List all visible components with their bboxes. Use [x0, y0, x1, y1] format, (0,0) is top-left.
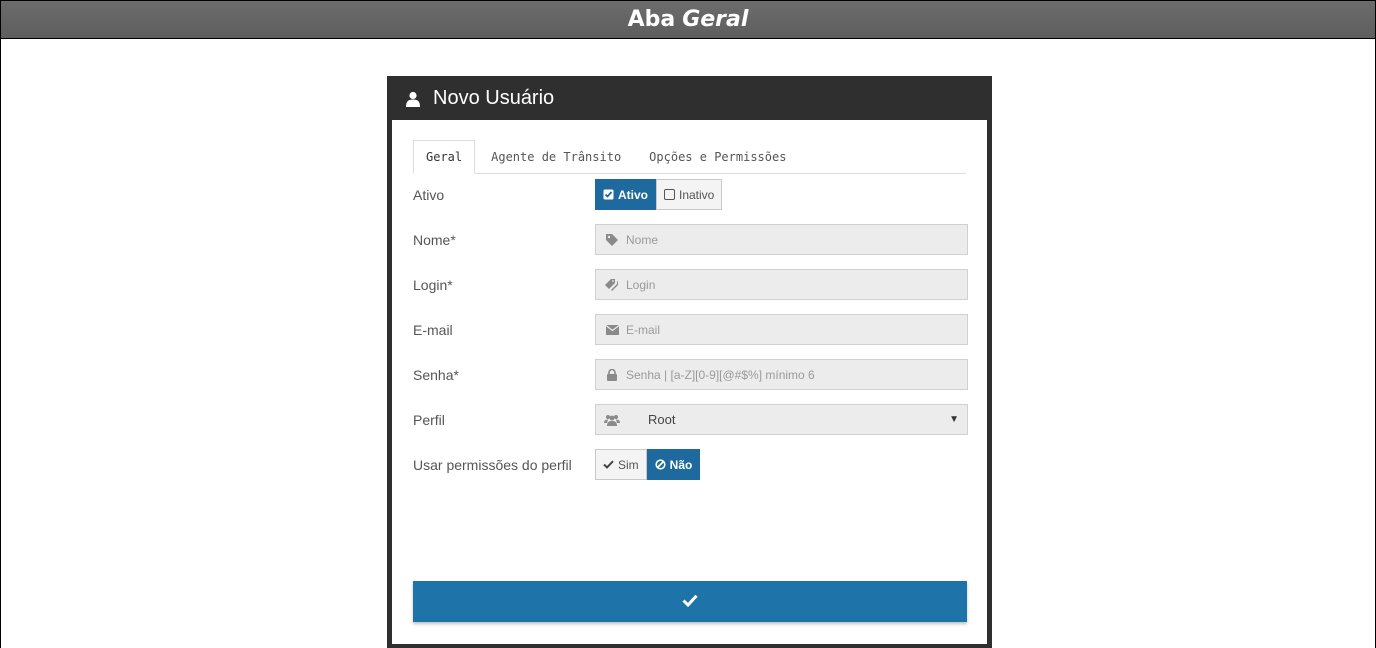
senha-label: Senha*: [413, 367, 459, 383]
login-input[interactable]: Login: [595, 269, 968, 300]
caption-emphasis: Geral: [682, 7, 749, 32]
modal-header: Novo Usuário: [387, 76, 992, 120]
usar-permissoes-label: Usar permissões do perfil: [413, 457, 572, 473]
perfil-value: Root: [648, 412, 676, 427]
chevron-down-icon: ▼: [949, 414, 959, 425]
ativo-toggle: Ativo Inativo: [595, 179, 723, 210]
section-caption: Aba Geral: [0, 0, 1376, 39]
login-placeholder: Login: [626, 277, 656, 292]
empty-box-icon: [664, 189, 675, 200]
users-icon: [604, 414, 620, 426]
nome-row: Nome* Nome: [413, 224, 973, 256]
modal-title: Novo Usuário: [433, 86, 555, 109]
inativo-option-label: Inativo: [679, 187, 715, 202]
ativo-option-button[interactable]: Ativo: [595, 179, 656, 210]
envelope-icon: [604, 324, 620, 335]
checked-box-icon: [603, 189, 614, 200]
modal-body: Geral Agente de Trânsito Opções e Permis…: [392, 120, 987, 644]
senha-placeholder: Senha | [a-Z][0-9][@#$%] mínimo 6: [626, 367, 815, 382]
tags-icon: [604, 278, 620, 291]
ativo-label: Ativo: [413, 187, 445, 203]
check-icon: [603, 460, 614, 469]
ban-icon: [655, 459, 666, 470]
perfil-label: Perfil: [413, 412, 445, 428]
perfil-row: Perfil Root ▼: [413, 404, 973, 436]
senha-input[interactable]: Senha | [a-Z][0-9][@#$%] mínimo 6: [595, 359, 968, 390]
login-row: Login* Login: [413, 269, 973, 301]
ativo-row: Ativo Ativo Inativo: [413, 179, 973, 211]
tab-agente-de-transito[interactable]: Agente de Trânsito: [479, 140, 633, 173]
email-row: E-mail E-mail: [413, 314, 973, 346]
save-button[interactable]: [413, 581, 967, 622]
tab-bar: Geral Agente de Trânsito Opções e Permis…: [413, 140, 966, 174]
lock-icon: [604, 368, 620, 381]
tab-opcoes-e-permissoes[interactable]: Opções e Permissões: [637, 140, 798, 173]
perfil-select[interactable]: Root ▼: [595, 404, 968, 435]
ativo-option-label: Ativo: [618, 187, 648, 202]
inativo-option-button[interactable]: Inativo: [656, 179, 723, 210]
email-input[interactable]: E-mail: [595, 314, 968, 345]
email-placeholder: E-mail: [626, 322, 661, 337]
nao-option-label: Não: [669, 457, 693, 472]
check-icon: [682, 594, 698, 610]
usar-permissoes-row: Usar permissões do perfil Sim Não: [413, 449, 973, 481]
nome-placeholder: Nome: [626, 232, 659, 247]
nome-label: Nome*: [413, 232, 456, 248]
nome-input[interactable]: Nome: [595, 224, 968, 255]
new-user-modal: Novo Usuário Geral Agente de Trânsito Op…: [387, 76, 992, 648]
sim-option-button[interactable]: Sim: [595, 449, 647, 480]
caption-prefix: Aba: [627, 7, 676, 32]
nao-option-button[interactable]: Não: [646, 449, 701, 480]
email-label: E-mail: [413, 322, 453, 338]
login-label: Login*: [413, 277, 453, 293]
user-icon: [405, 90, 421, 107]
sim-option-label: Sim: [618, 457, 639, 472]
tag-icon: [604, 233, 620, 246]
usar-permissoes-toggle: Sim Não: [595, 449, 701, 480]
senha-row: Senha* Senha | [a-Z][0-9][@#$%] mínimo 6: [413, 359, 973, 391]
tab-geral[interactable]: Geral: [413, 140, 476, 174]
